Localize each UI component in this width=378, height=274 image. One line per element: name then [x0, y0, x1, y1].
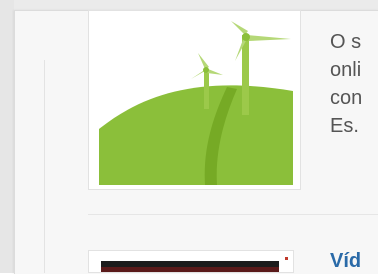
- small-turbine-blade-up: [198, 53, 209, 69]
- article-divider: [88, 214, 378, 215]
- big-turbine-blade-right: [247, 35, 291, 41]
- thumbnail-red-band: [101, 267, 279, 272]
- big-turbine-tower: [242, 35, 249, 115]
- excerpt-line: con: [330, 87, 363, 109]
- thumbnail-red-dot: [285, 257, 288, 260]
- next-article-thumbnail[interactable]: [88, 250, 294, 273]
- big-turbine-hub: [242, 33, 250, 41]
- big-turbine-blade-up: [231, 21, 248, 35]
- small-turbine-blade-right: [207, 69, 223, 75]
- green-hill: [99, 85, 293, 185]
- small-turbine-hub: [203, 67, 209, 73]
- excerpt-line: Es.: [330, 115, 359, 137]
- article-excerpt: O s onli con Es.: [330, 28, 378, 140]
- excerpt-line: onli: [330, 59, 362, 81]
- wind-turbine-illustration: [99, 21, 293, 185]
- side-rule: [44, 60, 45, 273]
- article-thumbnail[interactable]: [88, 10, 301, 190]
- next-article-title-link[interactable]: Víd: [330, 250, 361, 273]
- excerpt-line: O s: [330, 31, 362, 53]
- small-turbine-tower: [204, 69, 209, 109]
- left-gutter: [0, 0, 14, 273]
